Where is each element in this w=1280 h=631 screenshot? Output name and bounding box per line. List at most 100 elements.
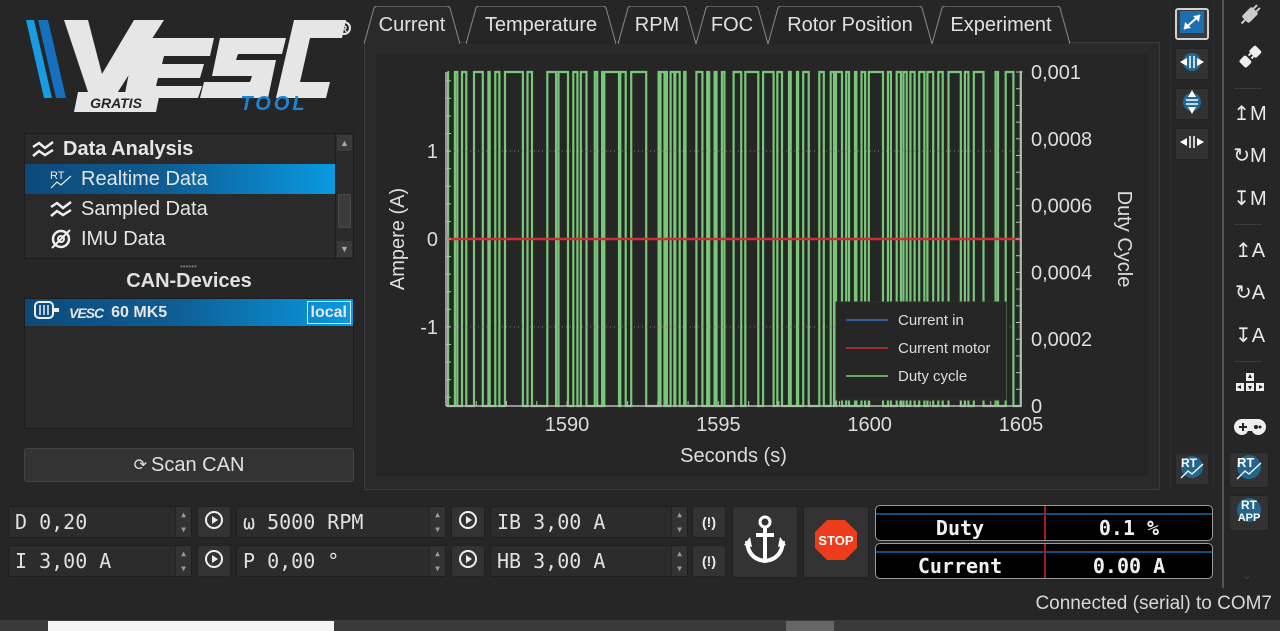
- anchor-button[interactable]: [732, 506, 798, 578]
- nav-item-label: Realtime Data: [81, 167, 208, 190]
- current-plot[interactable]: 1590 1595 1600 160510-10,0010,00080,00060,0…: [376, 54, 1148, 476]
- rt-app-data-button[interactable]: RT APP: [1229, 495, 1269, 531]
- svg-text:TOOL: TOOL: [240, 93, 307, 115]
- tab-current[interactable]: Current: [364, 6, 460, 44]
- nav-item-sampled-data[interactable]: Sampled Data: [25, 194, 336, 224]
- gamepad-icon: [1234, 417, 1266, 443]
- svg-text:RT: RT: [1241, 498, 1258, 512]
- tab-rotor-position[interactable]: Rotor Position: [768, 6, 932, 44]
- play-icon: [458, 549, 478, 574]
- svg-text:RT: RT: [50, 170, 65, 182]
- can-devices-title: CAN-Devices: [126, 270, 252, 292]
- scan-can-button[interactable]: ⟳ Scan CAN: [24, 448, 354, 482]
- current-stepper[interactable]: ▲ ▼: [175, 546, 191, 576]
- tab-bar: Current Temperature RPM FOC Rotor Position Ex…: [362, 2, 1162, 44]
- tab-temperature[interactable]: Temperature: [466, 6, 616, 44]
- duty-value: D 0,20: [15, 510, 88, 534]
- y2-tick-label: 0,0004: [1031, 262, 1092, 284]
- svg-text:RT: RT: [1237, 455, 1254, 470]
- nav-item-realtime-data[interactable]: RT Realtime Data: [25, 164, 336, 194]
- handbrake-stepper[interactable]: ▲ ▼: [671, 546, 687, 576]
- y2-tick-label: 0,001: [1031, 62, 1081, 84]
- position-stepper[interactable]: ▲ ▼: [429, 546, 445, 576]
- tab-foc[interactable]: FOC: [696, 6, 768, 44]
- brake-icon: (!): [702, 514, 716, 530]
- current-gauge: Current 0.00 A: [875, 543, 1213, 579]
- reset-motor-config-button[interactable]: ↻M: [1228, 137, 1272, 173]
- connect-button[interactable]: [1228, 0, 1272, 36]
- realtime-icon: RT: [1178, 454, 1206, 485]
- tab-label: Current: [378, 13, 446, 36]
- play-icon: [204, 510, 224, 535]
- current-input[interactable]: I 3,00 A ▲ ▼: [8, 545, 192, 577]
- y-tick-label: 0: [427, 229, 438, 251]
- page-list-scrollbar[interactable]: ▲ ▼: [335, 134, 353, 258]
- vertical-zoom-icon: [1182, 88, 1202, 121]
- x-tick-label: 1600: [847, 414, 892, 436]
- svg-text:APP: APP: [1238, 512, 1261, 524]
- expand-arrows-icon: [1179, 10, 1205, 39]
- rpm-play-button[interactable]: [451, 506, 485, 538]
- brake-current-stepper[interactable]: ▲ ▼: [671, 507, 687, 537]
- disconnect-button[interactable]: [1228, 42, 1272, 78]
- tab-label: Temperature: [484, 13, 598, 36]
- reset-app-config-button[interactable]: ↻A: [1228, 274, 1272, 310]
- local-badge: local: [306, 301, 351, 324]
- vesc-tool-window: R GRATIS TOOL Data Analysis RT Realtime …: [0, 0, 1280, 631]
- nav-item-imu-data[interactable]: IMU Data: [25, 224, 336, 254]
- duty-gauge-value: 0.1 %: [1098, 516, 1160, 540]
- duty-play-button[interactable]: [197, 506, 231, 538]
- taskbar-item[interactable]: [786, 621, 834, 631]
- taskbar-item[interactable]: [48, 621, 334, 631]
- position-input[interactable]: P 0,00 ° ▲ ▼: [236, 545, 446, 577]
- rt-data-button[interactable]: RT: [1229, 452, 1269, 488]
- scroll-down-arrow-icon[interactable]: ▼: [337, 241, 352, 257]
- brake-current-input[interactable]: IB 3,00 A ▲ ▼: [490, 506, 688, 538]
- rt-logging-button[interactable]: RT: [1175, 453, 1209, 485]
- scan-can-label: Scan CAN: [151, 453, 245, 476]
- brake-icon: (!): [702, 553, 716, 569]
- tab-rpm[interactable]: RPM: [618, 6, 696, 44]
- svg-text:STOP: STOP: [818, 533, 853, 548]
- imu-icon: [47, 228, 75, 250]
- chart-analysis-icon: [29, 139, 57, 159]
- nav-item-label: IMU Data: [81, 227, 166, 250]
- toolbar-separator: [1234, 224, 1262, 225]
- write-motor-config-button[interactable]: ↧M: [1228, 180, 1272, 216]
- play-icon: [458, 510, 478, 535]
- more-chevron-icon[interactable]: ⌄: [1242, 568, 1252, 582]
- current-play-button[interactable]: [197, 545, 231, 577]
- tab-label: Rotor Position: [787, 13, 913, 36]
- scrollbar-thumb[interactable]: [338, 194, 351, 228]
- stop-button[interactable]: STOP: [803, 506, 869, 578]
- autoscroll-button[interactable]: [1175, 128, 1209, 160]
- duty-input[interactable]: D 0,20 ▲ ▼: [8, 506, 192, 538]
- handbrake-button[interactable]: (!): [692, 545, 726, 577]
- motor-icon: [33, 300, 61, 325]
- zoom-horizontal-button[interactable]: [1175, 48, 1209, 80]
- zoom-vertical-button[interactable]: [1175, 88, 1209, 120]
- tab-experiment[interactable]: Experiment: [932, 6, 1070, 44]
- can-device-item[interactable]: VESC 60 MK5 local: [25, 299, 353, 326]
- write-app-config-button[interactable]: ↧A: [1228, 317, 1272, 353]
- brake-button[interactable]: (!): [692, 506, 726, 538]
- rpm-stepper[interactable]: ▲ ▼: [429, 507, 445, 537]
- duty-stepper[interactable]: ▲ ▼: [175, 507, 191, 537]
- rpm-input[interactable]: ω 5000 RPM ▲ ▼: [236, 506, 446, 538]
- handbrake-input[interactable]: HB 3,00 A ▲ ▼: [490, 545, 688, 577]
- position-play-button[interactable]: [451, 545, 485, 577]
- rescale-button[interactable]: [1175, 8, 1209, 40]
- gamepad-control-button[interactable]: [1228, 412, 1272, 448]
- svg-text:GRATIS: GRATIS: [90, 95, 143, 111]
- nav-header-data-analysis[interactable]: Data Analysis: [25, 134, 336, 164]
- nav-item-label: Sampled Data: [81, 197, 208, 220]
- read-app-config-button[interactable]: ↥A: [1228, 232, 1272, 268]
- anchor-icon: [742, 515, 788, 570]
- play-icon: [204, 549, 224, 574]
- read-motor-config-button[interactable]: ↥M: [1228, 95, 1272, 131]
- current-gauge-label: Current: [917, 554, 1003, 578]
- rpm-value: ω 5000 RPM: [243, 510, 364, 534]
- scroll-up-arrow-icon[interactable]: ▲: [337, 135, 352, 151]
- can-devices-list: VESC 60 MK5 local: [24, 298, 354, 429]
- keyboard-control-button[interactable]: [1228, 368, 1272, 404]
